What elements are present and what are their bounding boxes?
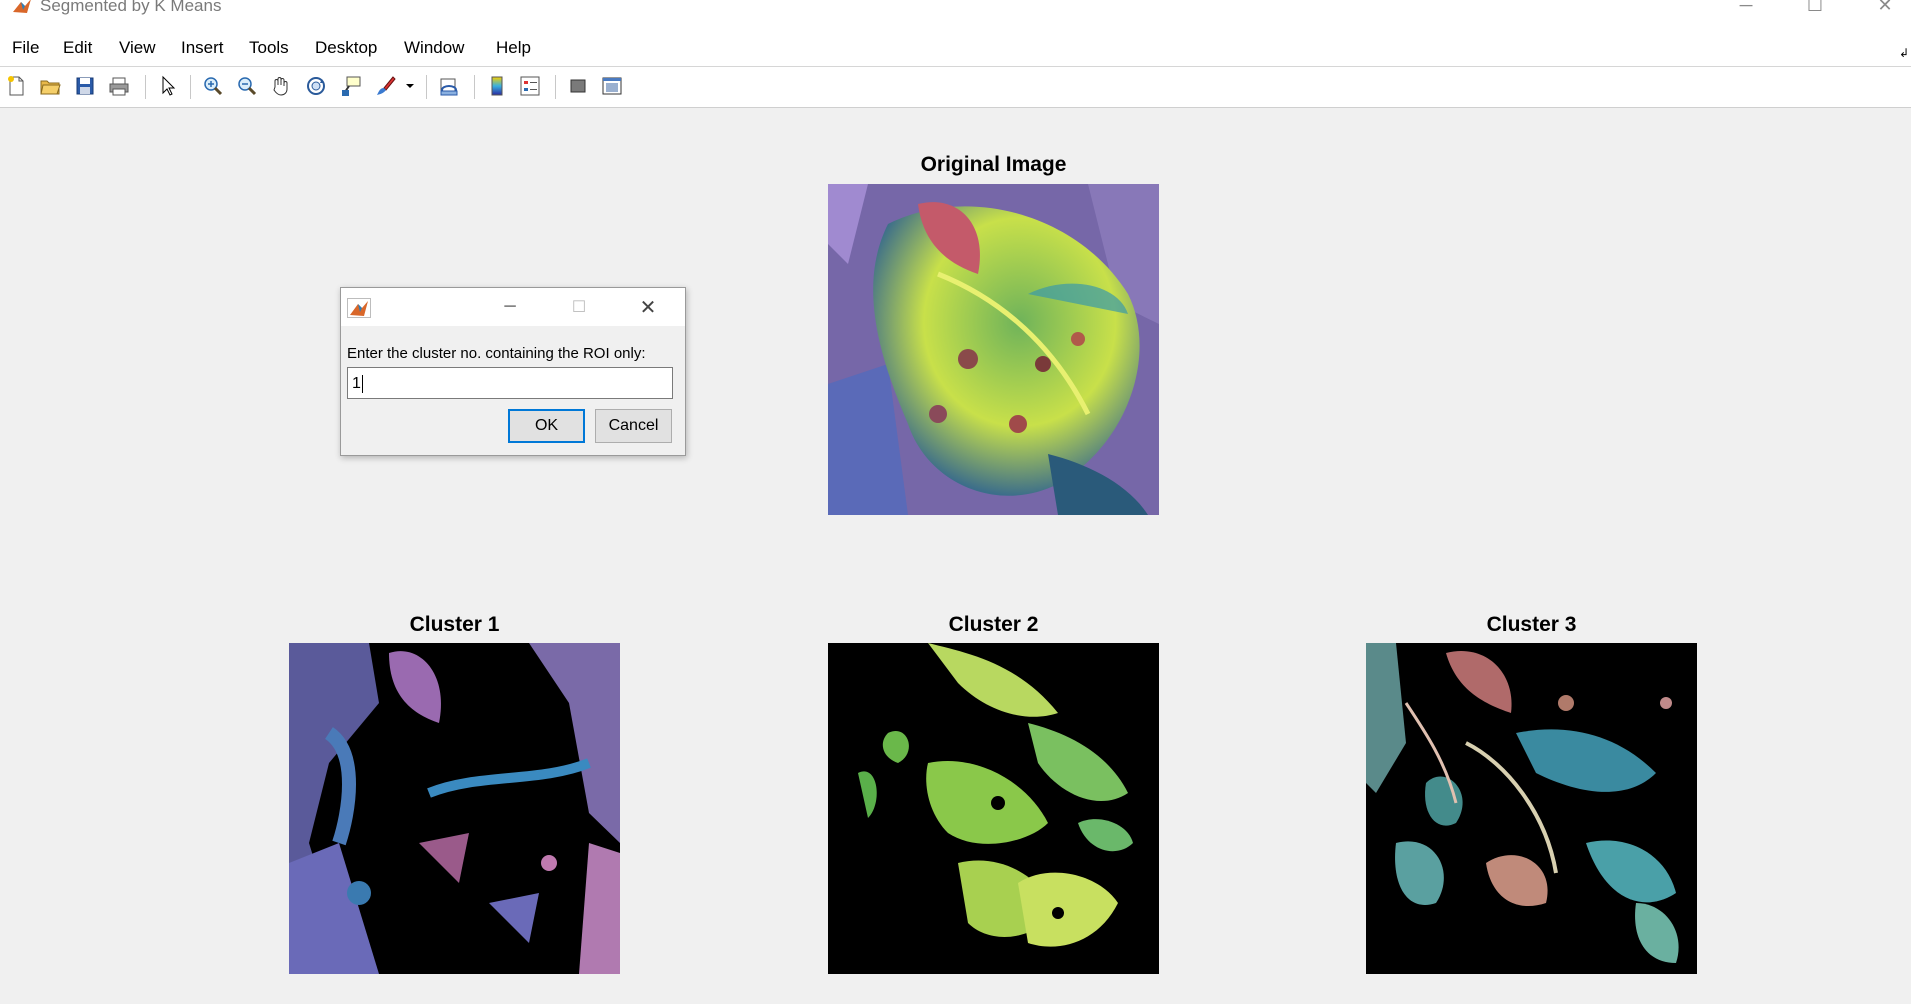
dialog-prompt: Enter the cluster no. containing the ROI… xyxy=(347,345,646,362)
brush-dropdown-icon[interactable] xyxy=(403,73,417,99)
matlab-icon xyxy=(12,0,32,14)
menu-file[interactable]: File xyxy=(12,38,39,58)
print-icon[interactable] xyxy=(106,73,132,99)
text-caret xyxy=(361,374,363,393)
dock-arrow-icon[interactable]: ↲ xyxy=(1899,46,1909,60)
ok-button[interactable]: OK xyxy=(508,409,585,443)
link-plot-icon[interactable] xyxy=(436,73,462,99)
dialog-titlebar: ─ ☐ ✕ xyxy=(341,288,685,326)
matlab-icon xyxy=(347,298,371,318)
zoom-out-icon[interactable] xyxy=(234,73,260,99)
menu-window[interactable]: Window xyxy=(404,38,464,58)
show-plot-tools-icon[interactable] xyxy=(599,73,625,99)
insert-legend-icon[interactable] xyxy=(517,73,543,99)
cluster-number-value: 1 xyxy=(352,375,361,392)
brush-icon[interactable] xyxy=(373,73,399,99)
dialog-maximize-button[interactable]: ☐ xyxy=(564,294,594,320)
cluster-number-input[interactable]: 1 xyxy=(347,367,673,399)
save-icon[interactable] xyxy=(72,73,98,99)
menu-desktop[interactable]: Desktop xyxy=(315,38,377,58)
minimize-button[interactable]: ─ xyxy=(1726,0,1766,16)
hide-plot-tools-icon[interactable] xyxy=(565,73,591,99)
window-title: Segmented by K Means xyxy=(40,0,222,15)
cluster-3-image xyxy=(1366,643,1697,974)
menu-tools[interactable]: Tools xyxy=(249,38,289,58)
window-titlebar: Segmented by K Means ─ ☐ ✕ xyxy=(0,0,1911,16)
rotate-3d-icon[interactable] xyxy=(303,73,329,99)
edit-plot-icon[interactable] xyxy=(155,73,181,99)
menu-view[interactable]: View xyxy=(119,38,156,58)
cluster-2-image xyxy=(828,643,1159,974)
dialog-close-button[interactable]: ✕ xyxy=(633,294,663,320)
cluster-1-image xyxy=(289,643,620,974)
insert-colorbar-icon[interactable] xyxy=(484,73,510,99)
input-dialog: ─ ☐ ✕ Enter the cluster no. containing t… xyxy=(340,287,686,456)
menu-edit[interactable]: Edit xyxy=(63,38,92,58)
close-button[interactable]: ✕ xyxy=(1865,0,1905,16)
pan-icon[interactable] xyxy=(268,73,294,99)
zoom-in-icon[interactable] xyxy=(200,73,226,99)
original-image-title: Original Image xyxy=(920,153,1067,176)
menubar: File Edit View Insert Tools Desktop Wind… xyxy=(0,16,1911,67)
cluster-1-title: Cluster 1 xyxy=(409,613,500,636)
cluster-3-title: Cluster 3 xyxy=(1486,613,1577,636)
original-image xyxy=(828,184,1159,515)
cluster-2-title: Cluster 2 xyxy=(948,613,1039,636)
new-figure-icon[interactable] xyxy=(3,73,29,99)
menu-help[interactable]: Help xyxy=(496,38,531,58)
dialog-minimize-button[interactable]: ─ xyxy=(495,294,525,320)
open-file-icon[interactable] xyxy=(37,73,63,99)
menu-insert[interactable]: Insert xyxy=(181,38,224,58)
cancel-button[interactable]: Cancel xyxy=(595,409,672,443)
data-cursor-icon[interactable] xyxy=(338,73,364,99)
maximize-button[interactable]: ☐ xyxy=(1795,0,1835,16)
figure-toolbar xyxy=(0,67,1911,108)
